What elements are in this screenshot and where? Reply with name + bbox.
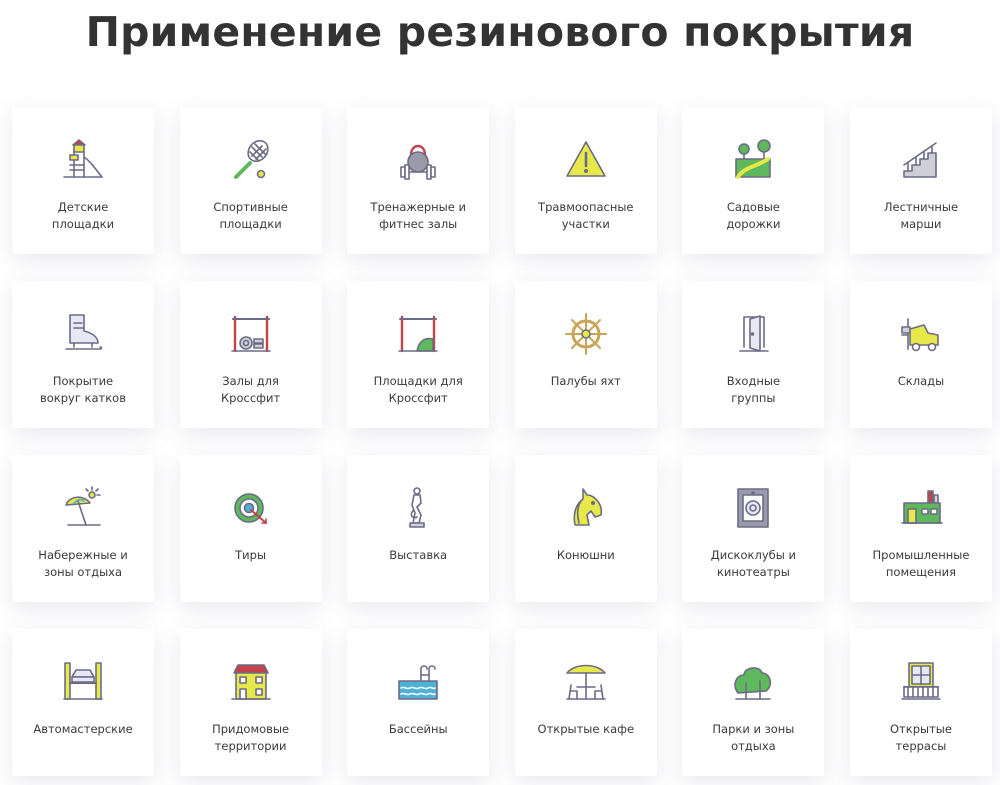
application-card[interactable]: Придомовые территории xyxy=(179,629,322,776)
card-label: Конюшни xyxy=(556,548,615,562)
ice-skate-icon xyxy=(60,311,106,357)
card-label: Автомастерские xyxy=(33,722,133,736)
application-card[interactable]: Дискоклубы и кинотеатры xyxy=(682,455,825,602)
application-card[interactable]: Набережные и зоны отдыха xyxy=(12,455,154,602)
application-card[interactable]: Садовые дорожки xyxy=(682,107,825,254)
garden-path-icon xyxy=(730,137,776,183)
application-card[interactable]: Конюшни xyxy=(514,455,657,602)
application-card[interactable]: Тренажерные и фитнес залы xyxy=(347,107,490,254)
application-card[interactable]: Залы для Кроссфит xyxy=(179,281,322,428)
card-label: Палубы яхт xyxy=(550,374,621,388)
door-icon xyxy=(730,311,776,357)
statue-icon xyxy=(395,485,441,531)
horse-head-icon xyxy=(563,485,609,531)
card-label: Дискоклубы и кинотеатры xyxy=(710,548,796,579)
crossfit-rig-icon xyxy=(228,311,274,357)
application-card[interactable]: Промышленные помещения xyxy=(849,455,992,602)
factory-icon xyxy=(898,485,944,531)
forklift-icon xyxy=(898,311,944,357)
card-label: Спортивные площадки xyxy=(213,200,288,231)
application-card[interactable]: Тиры xyxy=(179,455,322,602)
application-card[interactable]: Открытые террасы xyxy=(849,629,992,776)
pool-icon xyxy=(395,659,441,705)
application-card[interactable]: Лестничные марши xyxy=(849,107,992,254)
application-card[interactable]: Парки и зоны отдыха xyxy=(682,629,825,776)
card-label: Открытые террасы xyxy=(890,722,952,753)
page: Применение резинового покрытия Детские п… xyxy=(0,0,1000,785)
kettlebell-dumbbell-icon xyxy=(395,137,441,183)
car-lift-icon xyxy=(60,659,106,705)
card-label: Бассейны xyxy=(388,722,448,736)
application-card[interactable]: Спортивные площадки xyxy=(179,107,322,254)
card-label: Тиры xyxy=(235,548,267,562)
card-label: Придомовые территории xyxy=(212,722,290,753)
target-icon xyxy=(228,485,274,531)
application-card[interactable]: Склады xyxy=(849,281,992,428)
card-label: Лестничные марши xyxy=(883,200,959,231)
terrace-balcony-icon xyxy=(898,659,944,705)
application-card[interactable]: Выставка xyxy=(347,455,490,602)
stairs-icon xyxy=(898,137,944,183)
card-label: Покрытие вокруг катков xyxy=(39,374,126,405)
application-card[interactable]: Автомастерские xyxy=(12,629,154,776)
application-card[interactable]: Детские площадки xyxy=(12,107,154,254)
card-label: Набережные и зоны отдыха xyxy=(38,548,128,579)
speaker-icon xyxy=(730,485,776,531)
card-label: Садовые дорожки xyxy=(726,200,781,231)
card-label: Детские площадки xyxy=(51,200,115,231)
house-icon xyxy=(228,659,274,705)
ship-wheel-icon xyxy=(563,311,609,357)
warning-triangle-icon xyxy=(563,137,609,183)
application-card[interactable]: Палубы яхт xyxy=(514,281,657,428)
application-card[interactable]: Травмоопасные участки xyxy=(514,107,657,254)
cafe-table-icon xyxy=(563,659,609,705)
card-label: Тренажерные и фитнес залы xyxy=(370,200,466,231)
page-title: Применение резинового покрытия xyxy=(85,8,915,56)
card-label: Промышленные помещения xyxy=(872,548,970,579)
park-trees-icon xyxy=(730,659,776,705)
card-label: Входные группы xyxy=(726,374,781,405)
card-label: Открытые кафе xyxy=(537,722,635,736)
playground-icon xyxy=(60,137,106,183)
application-card[interactable]: Покрытие вокруг катков xyxy=(12,281,154,428)
application-card[interactable]: Бассейны xyxy=(347,629,490,776)
beach-umbrella-icon xyxy=(60,485,106,531)
tennis-racket-icon xyxy=(228,137,274,183)
applications-grid: Детские площадки Спортивные площадки Тре… xyxy=(12,107,992,776)
card-label: Склады xyxy=(897,374,945,388)
card-label: Травмоопасные участки xyxy=(538,200,634,231)
card-label: Залы для Кроссфит xyxy=(221,374,281,405)
application-card[interactable]: Открытые кафе xyxy=(514,629,657,776)
card-label: Парки и зоны отдыха xyxy=(712,722,795,753)
crossfit-outdoor-icon xyxy=(395,311,441,357)
application-card[interactable]: Площадки для Кроссфит xyxy=(347,281,490,428)
card-label: Площадки для Кроссфит xyxy=(373,374,463,405)
card-label: Выставка xyxy=(389,548,448,562)
application-card[interactable]: Входные группы xyxy=(682,281,825,428)
